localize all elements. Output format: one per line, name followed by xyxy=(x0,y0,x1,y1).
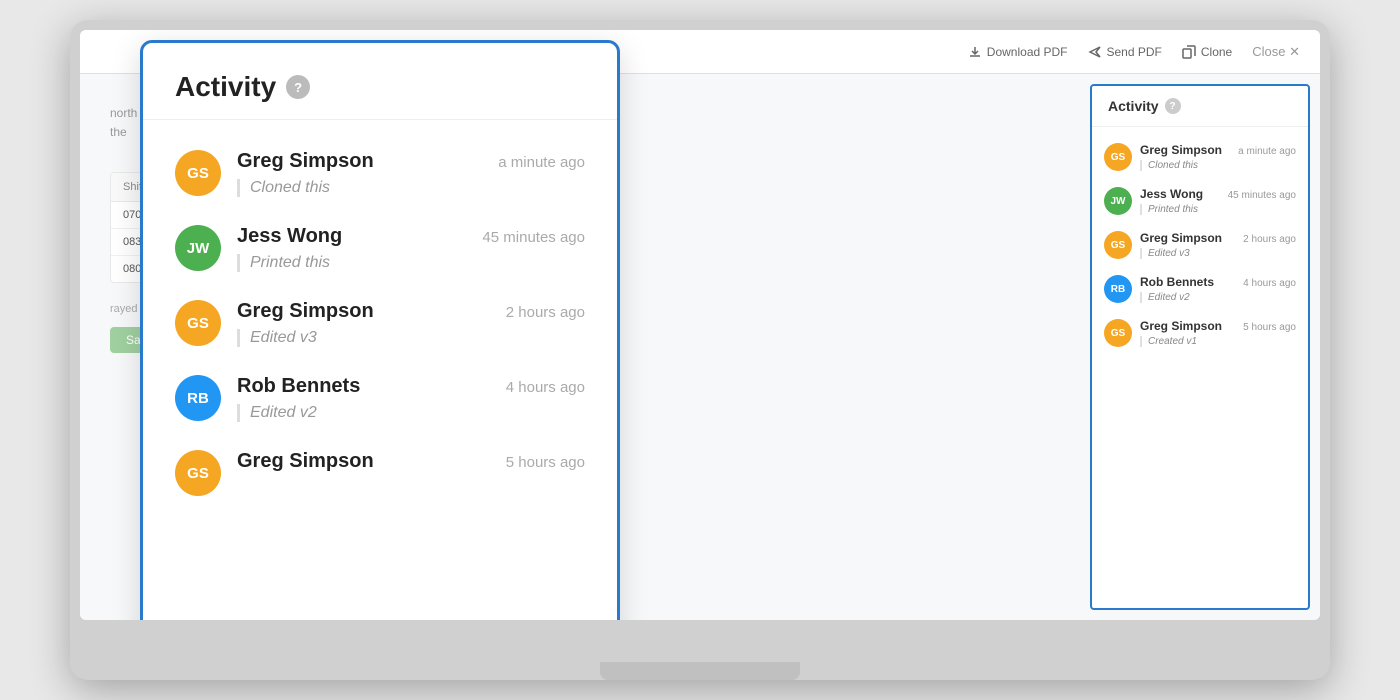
avatar: RB xyxy=(1104,275,1132,303)
sidebar-header: Activity ? xyxy=(1092,86,1308,127)
big-avatar: GS xyxy=(175,150,221,196)
big-activity-panel: Activity ? GS Greg Simpson a minute ago … xyxy=(140,40,620,620)
big-item-info: Greg Simpson a minute ago Cloned this xyxy=(237,150,585,197)
item-name: Greg Simpson xyxy=(1140,231,1222,245)
big-item-info: Rob Bennets 4 hours ago Edited v2 xyxy=(237,375,585,422)
list-item: GS Greg Simpson 2 hours ago Edited v3 xyxy=(1092,223,1308,267)
big-item-header: Greg Simpson 5 hours ago xyxy=(237,450,585,473)
item-info: Rob Bennets 4 hours ago Edited v2 xyxy=(1140,275,1296,303)
avatar: JW xyxy=(1104,187,1132,215)
item-time: 2 hours ago xyxy=(1243,234,1296,245)
close-label: Close xyxy=(1252,44,1285,59)
big-item-info: Greg Simpson 5 hours ago xyxy=(237,450,585,473)
big-item-time: a minute ago xyxy=(498,154,585,171)
big-item-time: 45 minutes ago xyxy=(482,229,585,246)
item-header: Jess Wong 45 minutes ago xyxy=(1140,187,1296,201)
download-pdf-button[interactable]: Download PDF xyxy=(968,45,1068,59)
laptop-base xyxy=(600,662,800,680)
item-time: 4 hours ago xyxy=(1243,278,1296,289)
list-item: RB Rob Bennets 4 hours ago Edited v2 xyxy=(1092,267,1308,311)
item-time: 5 hours ago xyxy=(1243,322,1296,333)
big-avatar: GS xyxy=(175,450,221,496)
big-avatar: RB xyxy=(175,375,221,421)
big-panel-header: Activity ? xyxy=(143,43,617,120)
big-item-header: Greg Simpson 2 hours ago xyxy=(237,300,585,323)
big-item-action: Edited v2 xyxy=(237,404,585,422)
item-name: Rob Bennets xyxy=(1140,275,1214,289)
item-action: Edited v3 xyxy=(1140,248,1296,259)
big-panel-title: Activity xyxy=(175,71,276,103)
item-info: Greg Simpson 5 hours ago Created v1 xyxy=(1140,319,1296,347)
item-action: Printed this xyxy=(1140,204,1296,215)
big-item-name: Rob Bennets xyxy=(237,375,360,398)
big-list-item: GS Greg Simpson 2 hours ago Edited v3 xyxy=(143,286,617,361)
list-item: GS Greg Simpson 5 hours ago Created v1 xyxy=(1092,311,1308,355)
item-header: Greg Simpson a minute ago xyxy=(1140,143,1296,157)
send-pdf-button[interactable]: Send PDF xyxy=(1088,45,1162,59)
item-name: Jess Wong xyxy=(1140,187,1203,201)
big-list-item: GS Greg Simpson 5 hours ago xyxy=(143,436,617,510)
item-time: a minute ago xyxy=(1238,146,1296,157)
big-item-action: Edited v3 xyxy=(237,329,585,347)
big-item-header: Greg Simpson a minute ago xyxy=(237,150,585,173)
item-info: Greg Simpson a minute ago Cloned this xyxy=(1140,143,1296,171)
big-item-name: Greg Simpson xyxy=(237,450,374,473)
item-name: Greg Simpson xyxy=(1140,319,1222,333)
big-item-action: Printed this xyxy=(237,254,585,272)
avatar: GS xyxy=(1104,319,1132,347)
screen-content: Download PDF Send PDF Clone Close xyxy=(80,30,1320,620)
big-item-action: Cloned this xyxy=(237,179,585,197)
send-pdf-label: Send PDF xyxy=(1107,45,1162,59)
avatar: GS xyxy=(1104,143,1132,171)
item-header: Greg Simpson 2 hours ago xyxy=(1140,231,1296,245)
big-item-time: 4 hours ago xyxy=(506,379,585,396)
list-item: GS Greg Simpson a minute ago Cloned this xyxy=(1092,135,1308,179)
laptop-shell: Download PDF Send PDF Clone Close xyxy=(70,20,1330,680)
big-item-info: Jess Wong 45 minutes ago Printed this xyxy=(237,225,585,272)
close-x-icon: ✕ xyxy=(1289,44,1300,59)
item-info: Jess Wong 45 minutes ago Printed this xyxy=(1140,187,1296,215)
clone-button[interactable]: Clone xyxy=(1182,45,1232,59)
item-header: Rob Bennets 4 hours ago xyxy=(1140,275,1296,289)
big-item-name: Greg Simpson xyxy=(237,150,374,173)
big-item-info: Greg Simpson 2 hours ago Edited v3 xyxy=(237,300,585,347)
big-item-header: Rob Bennets 4 hours ago xyxy=(237,375,585,398)
big-avatar: GS xyxy=(175,300,221,346)
help-icon[interactable]: ? xyxy=(1165,98,1181,114)
close-button[interactable]: Close ✕ xyxy=(1252,44,1300,60)
sidebar-title: Activity xyxy=(1108,98,1159,114)
download-pdf-label: Download PDF xyxy=(987,45,1068,59)
big-item-name: Jess Wong xyxy=(237,225,342,248)
clone-label: Clone xyxy=(1201,45,1232,59)
item-action: Cloned this xyxy=(1140,160,1296,171)
item-header: Greg Simpson 5 hours ago xyxy=(1140,319,1296,333)
list-item: JW Jess Wong 45 minutes ago Printed this xyxy=(1092,179,1308,223)
big-help-icon[interactable]: ? xyxy=(286,75,310,99)
big-item-time: 2 hours ago xyxy=(506,304,585,321)
sidebar-items: GS Greg Simpson a minute ago Cloned this xyxy=(1092,127,1308,608)
item-name: Greg Simpson xyxy=(1140,143,1222,157)
avatar: GS xyxy=(1104,231,1132,259)
item-action: Created v1 xyxy=(1140,336,1296,347)
big-list-item: RB Rob Bennets 4 hours ago Edited v2 xyxy=(143,361,617,436)
item-info: Greg Simpson 2 hours ago Edited v3 xyxy=(1140,231,1296,259)
big-list-item: GS Greg Simpson a minute ago Cloned this xyxy=(143,136,617,211)
big-item-header: Jess Wong 45 minutes ago xyxy=(237,225,585,248)
big-item-name: Greg Simpson xyxy=(237,300,374,323)
big-list-item: JW Jess Wong 45 minutes ago Printed this xyxy=(143,211,617,286)
big-avatar: JW xyxy=(175,225,221,271)
big-item-time: 5 hours ago xyxy=(506,454,585,471)
activity-sidebar: Activity ? GS Greg Simpson a minute ago xyxy=(1090,84,1310,610)
laptop-screen: Download PDF Send PDF Clone Close xyxy=(80,30,1320,620)
item-action: Edited v2 xyxy=(1140,292,1296,303)
big-items: GS Greg Simpson a minute ago Cloned this… xyxy=(143,120,617,620)
item-time: 45 minutes ago xyxy=(1228,190,1296,201)
